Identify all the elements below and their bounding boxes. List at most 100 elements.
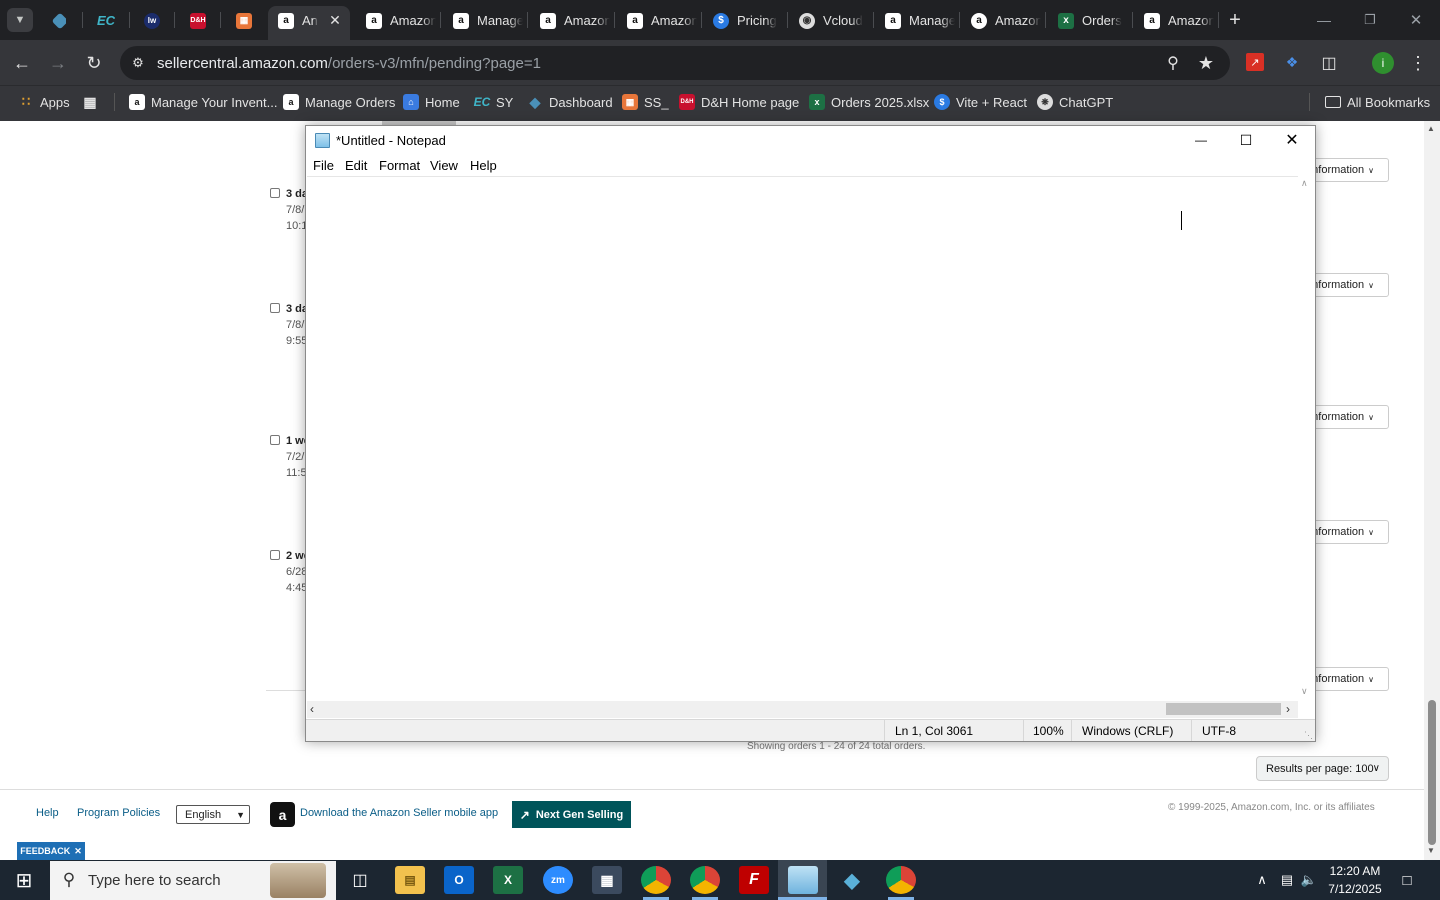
show-hidden-icons-icon[interactable]: ∧ [1252,870,1272,890]
bookmark-item[interactable]: D&H D&H Home page [679,92,799,112]
chrome-menu-icon[interactable]: ⋮ [1408,52,1428,74]
zoom-icon[interactable]: ⚲ [1163,53,1183,73]
back-icon[interactable]: ← [10,51,34,75]
close-tab-icon[interactable]: ✕ [326,11,344,29]
tab[interactable]: a Amazon [366,7,436,34]
bookmark-item[interactable]: ▦ SS_ [622,92,669,112]
tab[interactable] [52,7,66,34]
file-explorer-icon[interactable]: ▤ [395,866,425,894]
horizontal-scrollbar-thumb[interactable] [1166,703,1281,715]
tab[interactable]: lw [144,7,160,34]
order-checkbox[interactable] [270,188,280,198]
bookmark-grid[interactable]: ▦ [82,92,104,112]
scroll-right-icon[interactable]: › [1286,702,1290,716]
menu-view[interactable]: View [430,158,458,173]
order-checkbox[interactable] [270,550,280,560]
close-window-icon[interactable]: ✕ [1404,8,1428,32]
tab[interactable]: D&H [190,7,206,34]
tab[interactable]: a Manage [885,7,955,34]
bookmark-item[interactable]: $ Vite + React [934,92,1027,112]
chrome-profile-icon[interactable] [690,866,720,894]
bookmark-item[interactable]: ⌂ Home [403,92,460,112]
zoom-app-icon[interactable]: zm [543,866,573,894]
bookmark-item[interactable]: x Orders 2025.xlsx [809,92,929,112]
scroll-up-icon[interactable]: ▲ [1427,124,1435,133]
bookmark-item[interactable]: ◆ Dashboard [527,92,613,112]
profile-avatar[interactable]: i [1372,52,1394,74]
notepad-vertical-scrollbar[interactable] [1298,176,1314,701]
tab[interactable]: a Amazon [1144,7,1214,34]
extension-red-icon[interactable]: ↗ [1246,53,1264,71]
chrome-icon[interactable] [641,866,671,894]
scroll-down-icon[interactable]: ∨ [1301,686,1308,697]
apps-grid-icon: ∷ [21,94,31,109]
help-link[interactable]: Help [36,807,59,819]
tab[interactable]: a Amazon [971,7,1041,34]
system-clock[interactable]: 12:20 AM 7/12/2025 [1322,862,1388,898]
tab[interactable]: a Manage [453,7,523,34]
extensions-puzzle-icon[interactable]: ◫ [1318,52,1340,74]
notepad-taskbar-icon[interactable] [788,866,818,894]
start-button-icon[interactable]: ⊞ [8,866,40,894]
minimize-window-icon[interactable]: — [1312,8,1336,32]
bookmark-star-icon[interactable]: ★ [1195,52,1217,74]
tab[interactable]: $ Pricing [713,7,787,34]
results-per-page-select[interactable]: Results per page: 100 ∨ [1256,756,1389,781]
new-tab-icon[interactable]: + [1224,9,1246,31]
feedback-button[interactable]: FEEDBACK ✕ [17,842,85,860]
scroll-up-icon[interactable]: ∧ [1301,178,1308,189]
menu-file[interactable]: File [313,158,334,173]
tab[interactable]: a Amazon [540,7,610,34]
chrome-user-icon[interactable] [886,866,916,894]
notepad-close-icon[interactable]: ✕ [1279,128,1305,152]
next-gen-selling-button[interactable]: ↗ Next Gen Selling [512,801,631,828]
menu-format[interactable]: Format [379,158,420,173]
reload-icon[interactable]: ↻ [82,51,106,75]
notifications-icon[interactable]: □ [1396,869,1418,891]
volume-muted-icon[interactable]: 🔈 [1299,870,1319,890]
download-app-link[interactable]: Download the Amazon Seller mobile app [300,807,498,819]
notepad-horizontal-scrollbar[interactable] [307,701,1298,718]
bookmark-item[interactable]: EC SY [474,92,514,112]
site-info-icon[interactable]: ⚙ [128,53,148,73]
dashboard-app-icon[interactable]: ◆ [837,866,867,894]
tab[interactable]: ◉ Vcloud [799,7,873,34]
order-checkbox[interactable] [270,435,280,445]
tab[interactable]: ▦ [236,7,252,34]
outlook-icon[interactable]: O [444,866,474,894]
url-text[interactable]: sellercentral.amazon.com/orders-v3/mfn/p… [157,55,541,72]
program-policies-link[interactable]: Program Policies [77,807,160,819]
notepad-text-area[interactable] [307,176,1298,701]
excel-icon[interactable]: X [493,866,523,894]
close-icon[interactable]: ✕ [74,846,82,857]
order-checkbox[interactable] [270,303,280,313]
bookmark-apps[interactable]: ∷ Apps [18,92,70,112]
tab[interactable]: EC [97,7,115,34]
menu-help[interactable]: Help [470,158,497,173]
menu-edit[interactable]: Edit [345,158,367,173]
calculator-icon[interactable]: ▦ [592,866,622,894]
notepad-maximize-icon[interactable]: ☐ [1233,128,1259,152]
task-view-icon[interactable]: ◫ [345,866,375,894]
tab-search-button[interactable]: ▼ [7,8,33,32]
resize-grip-icon[interactable]: ⋱ [1304,730,1313,741]
notepad-minimize-icon[interactable]: — [1188,128,1214,152]
bookmark-item[interactable]: ❋ ChatGPT [1037,92,1113,112]
restore-window-icon[interactable]: ❐ [1358,8,1382,32]
forward-icon[interactable]: → [46,51,70,75]
amazon-app-icon[interactable]: a [270,802,295,827]
language-select[interactable]: English ▼ [176,805,250,824]
scroll-left-icon[interactable]: ‹ [310,702,314,716]
bookmark-item[interactable]: a Manage Orders [283,92,395,112]
tab[interactable]: x Orders [1058,7,1128,34]
tab-divider [1218,12,1219,28]
network-icon[interactable]: ▤ [1277,870,1297,890]
extension-blue-icon[interactable]: ❖ [1283,53,1301,71]
tab[interactable]: a Amazon [627,7,697,34]
filezilla-icon[interactable]: F [739,866,769,894]
notepad-titlebar[interactable] [306,126,1315,156]
page-scrollbar-thumb[interactable] [1428,700,1436,845]
scroll-down-icon[interactable]: ▼ [1427,846,1435,855]
bookmark-item[interactable]: a Manage Your Invent... [129,92,277,112]
all-bookmarks[interactable]: All Bookmarks [1325,92,1430,112]
